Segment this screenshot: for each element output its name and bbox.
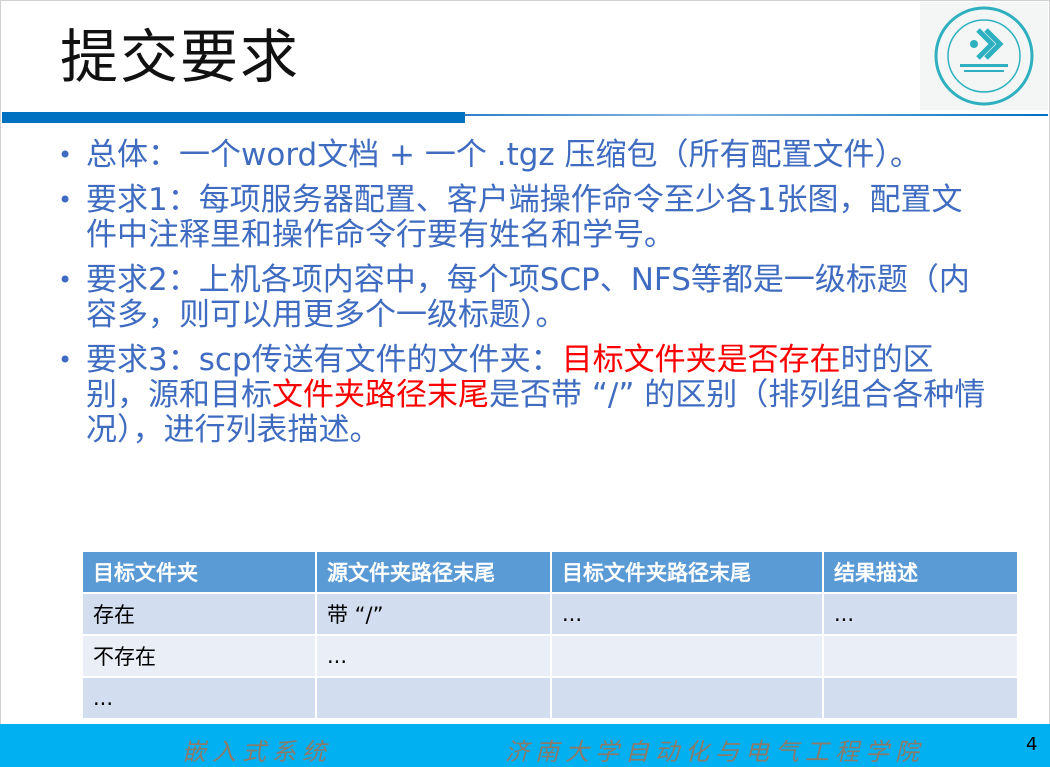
bullet-item: • 要求1：每项服务器配置、客户端操作命令至少各1张图，配置文件中注释里和操作命令… bbox=[58, 183, 988, 253]
title-underline-line bbox=[465, 114, 1048, 116]
footer-school-name: 济南大学自动化与电气工程学院 bbox=[505, 738, 925, 766]
bullet-dot-icon: • bbox=[58, 141, 73, 169]
bullet-dot-icon: • bbox=[58, 186, 73, 214]
footer-course-name: 嵌入式系统 bbox=[182, 738, 332, 766]
scp-cases-table: 目标文件夹 源文件夹路径末尾 目标文件夹路径末尾 结果描述 存在带 “/”...… bbox=[81, 550, 1019, 720]
bullet-text: 要求2：上机各项内容中，每个项SCP、NFS等都是一级标题（内容多，则可以用更多… bbox=[86, 262, 970, 333]
table-row: 存在带 “/”...... bbox=[81, 592, 1019, 636]
bullet-item: • 总体：一个word文档 + 一个 .tgz 压缩包（所有配置文件）。 bbox=[58, 138, 988, 173]
table-row: 不存在... bbox=[81, 634, 1019, 678]
bullet-list: • 总体：一个word文档 + 一个 .tgz 压缩包（所有配置文件）。 • 要求1… bbox=[58, 138, 988, 458]
table-cell: ... bbox=[81, 676, 317, 720]
table-header-cell: 结果描述 bbox=[822, 550, 1019, 594]
table-header-cell: 源文件夹路径末尾 bbox=[315, 550, 552, 594]
table-cell bbox=[550, 634, 824, 678]
page-number: 4 bbox=[1026, 734, 1038, 755]
bullet-dot-icon: • bbox=[58, 346, 73, 374]
bullet-highlight: 目标文件夹是否存在 bbox=[561, 342, 841, 378]
university-logo bbox=[920, 2, 1048, 110]
table-header-cell: 目标文件夹路径末尾 bbox=[550, 550, 824, 594]
table-row: ... bbox=[81, 676, 1019, 720]
title-underline-bar bbox=[2, 112, 465, 123]
table-header-row: 目标文件夹 源文件夹路径末尾 目标文件夹路径末尾 结果描述 bbox=[81, 550, 1019, 594]
bullet-highlight: 文件夹路径末尾 bbox=[272, 377, 489, 413]
table-cell: 带 “/” bbox=[315, 592, 552, 636]
slide-footer: 嵌入式系统 济南大学自动化与电气工程学院 4 bbox=[0, 724, 1050, 767]
bullet-dot-icon: • bbox=[58, 266, 73, 294]
table-cell: ... bbox=[822, 592, 1019, 636]
bullet-text: 总体：一个word文档 + 一个 .tgz 压缩包（所有配置文件）。 bbox=[86, 137, 922, 173]
bullet-item: • 要求2：上机各项内容中，每个项SCP、NFS等都是一级标题（内容多，则可以用更… bbox=[58, 263, 988, 333]
table-cell: 存在 bbox=[81, 592, 317, 636]
table-cell bbox=[822, 676, 1019, 720]
bullet-item: • 要求3：scp传送有文件的文件夹：目标文件夹是否存在时的区别，源和目标文件夹路… bbox=[58, 343, 988, 448]
table-header-cell: 目标文件夹 bbox=[81, 550, 317, 594]
table-cell bbox=[550, 676, 824, 720]
table-cell: 不存在 bbox=[81, 634, 317, 678]
bullet-text: 要求1：每项服务器配置、客户端操作命令至少各1张图，配置文件中注释里和操作命令行… bbox=[86, 182, 963, 253]
bullet-text: 要求3：scp传送有文件的文件夹： bbox=[86, 342, 562, 378]
table-cell bbox=[822, 634, 1019, 678]
slide-title: 提交要求 bbox=[60, 23, 301, 91]
table-cell bbox=[315, 676, 552, 720]
table-cell: ... bbox=[315, 634, 552, 678]
table-cell: ... bbox=[550, 592, 824, 636]
